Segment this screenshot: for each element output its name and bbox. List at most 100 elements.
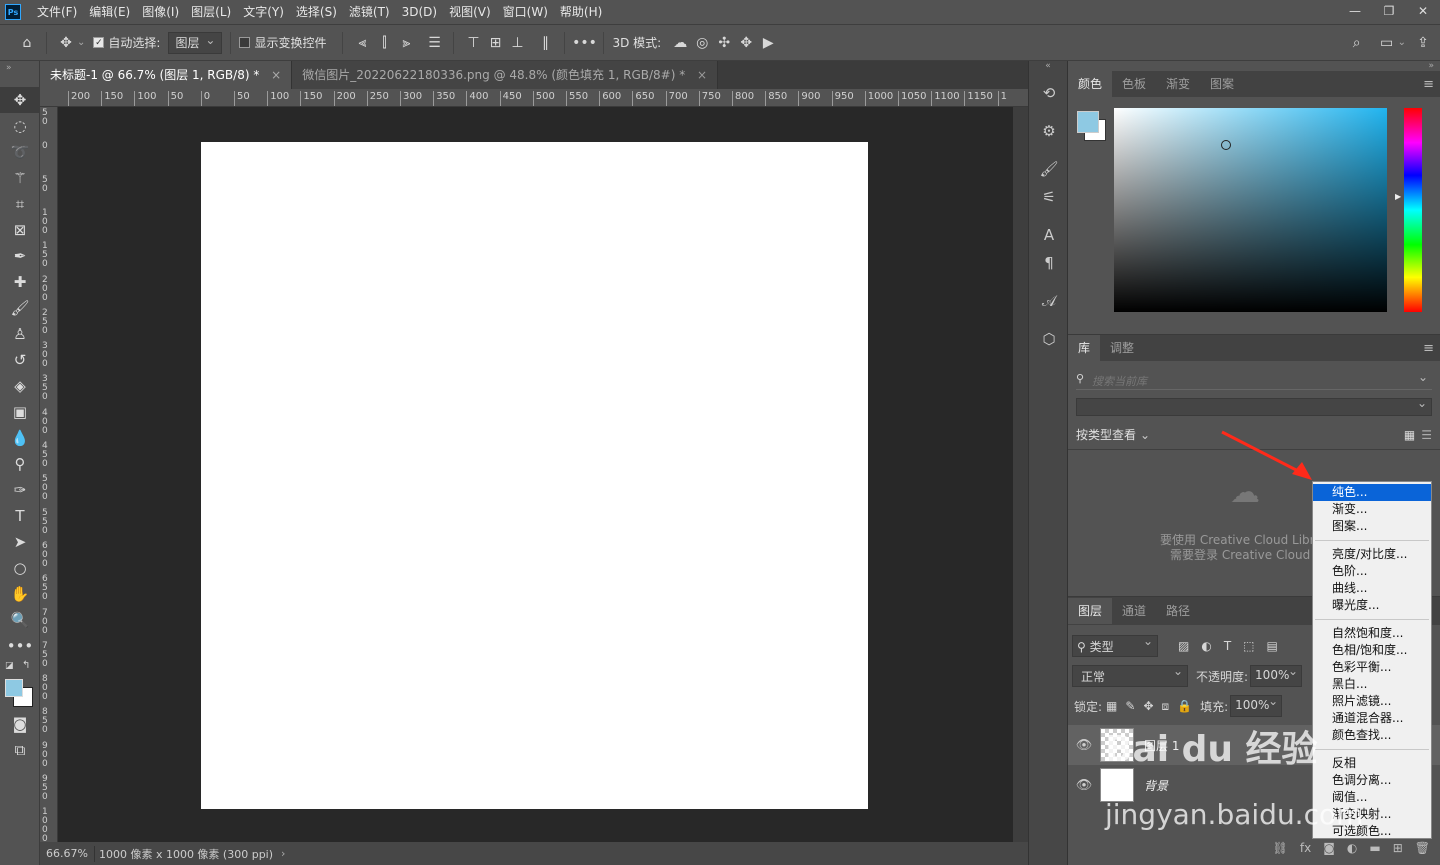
- tab-adjustments[interactable]: 调整: [1100, 335, 1144, 361]
- move-tool-icon[interactable]: ✥: [0, 87, 40, 113]
- healing-brush-tool-icon[interactable]: ✚: [0, 269, 40, 295]
- more-options-icon[interactable]: •••: [572, 32, 597, 54]
- menu-type[interactable]: 文字(Y): [237, 0, 290, 24]
- align-bottom-icon[interactable]: ⊥: [506, 32, 528, 54]
- gradient-tool-icon[interactable]: ▣: [0, 399, 40, 425]
- collapse-icon[interactable]: »: [0, 61, 39, 87]
- more-tools-icon[interactable]: •••: [0, 633, 40, 659]
- menu-edit[interactable]: 编辑(E): [83, 0, 136, 24]
- hue-slider[interactable]: [1404, 108, 1422, 312]
- filter-shape-icon[interactable]: ⬚: [1243, 639, 1254, 653]
- workspace-icon[interactable]: ▭: [1376, 32, 1398, 54]
- document-canvas[interactable]: [201, 142, 868, 809]
- menu-file[interactable]: 文件(F): [31, 0, 83, 24]
- menu-item-vibrance[interactable]: 自然饱和度...: [1313, 625, 1431, 642]
- menu-item-solid-color[interactable]: 纯色...: [1313, 484, 1431, 501]
- distribute-icon[interactable]: ☰: [423, 32, 445, 54]
- menu-select[interactable]: 选择(S): [290, 0, 343, 24]
- panel-menu-icon[interactable]: ≡: [1423, 341, 1434, 356]
- menu-layer[interactable]: 图层(L): [185, 0, 237, 24]
- view-by-dropdown[interactable]: 按类型查看: [1076, 426, 1136, 443]
- menu-item-color-balance[interactable]: 色彩平衡...: [1313, 659, 1431, 676]
- lasso-tool-icon[interactable]: ➰: [0, 139, 40, 165]
- stamp-tool-icon[interactable]: ♙: [0, 321, 40, 347]
- move-tool-icon[interactable]: ✥: [55, 32, 77, 54]
- brush-tool-icon[interactable]: 🖌: [0, 295, 40, 321]
- filter-adjustment-icon[interactable]: ◐: [1201, 639, 1211, 653]
- eyedropper-tool-icon[interactable]: ✒: [0, 243, 40, 269]
- swap-colors-icon[interactable]: ↰: [22, 660, 30, 671]
- menu-item-pattern[interactable]: 图案...: [1313, 518, 1431, 535]
- foreground-color-swatch[interactable]: [1077, 111, 1099, 133]
- menu-view[interactable]: 视图(V): [443, 0, 497, 24]
- tab-patterns[interactable]: 图案: [1200, 71, 1244, 97]
- lock-transparent-icon[interactable]: ▦: [1106, 699, 1117, 713]
- marquee-tool-icon[interactable]: ◌: [0, 113, 40, 139]
- tab-layers[interactable]: 图层: [1068, 598, 1113, 624]
- crop-tool-icon[interactable]: ⌗: [0, 191, 40, 217]
- vertical-scrollbar[interactable]: [1013, 107, 1028, 842]
- menu-help[interactable]: 帮助(H): [554, 0, 608, 24]
- screen-mode-icon[interactable]: ⧉: [0, 737, 40, 763]
- menu-item-brightness-contrast[interactable]: 亮度/对比度...: [1313, 546, 1431, 563]
- menu-item-channel-mixer[interactable]: 通道混合器...: [1313, 710, 1431, 727]
- layer-filter-dropdown[interactable]: ⚲ 类型 ⌄: [1072, 634, 1158, 657]
- lock-all-icon[interactable]: 🔒: [1177, 699, 1192, 713]
- menu-3d[interactable]: 3D(D): [396, 0, 443, 24]
- tab-channels[interactable]: 通道: [1112, 598, 1156, 624]
- filter-pixel-icon[interactable]: ▨: [1178, 639, 1189, 653]
- type-tool-icon[interactable]: T: [0, 503, 40, 529]
- align-vcenter-icon[interactable]: ⊞: [484, 32, 506, 54]
- tab-paths[interactable]: 路径: [1156, 598, 1200, 624]
- zoom-level[interactable]: 66.67%: [40, 847, 94, 860]
- close-icon[interactable]: ✕: [1406, 0, 1440, 22]
- align-top-icon[interactable]: ⊤: [462, 32, 484, 54]
- library-search[interactable]: ⚲ 搜索当前库 ⌄: [1076, 370, 1432, 390]
- search-icon[interactable]: ⌕: [1346, 32, 1368, 54]
- menu-item-curves[interactable]: 曲线...: [1313, 580, 1431, 597]
- brushes-panel-icon[interactable]: 🖌: [1029, 155, 1069, 183]
- auto-select-dropdown[interactable]: 图层: [168, 30, 223, 54]
- collapse-icon[interactable]: «: [1029, 61, 1067, 75]
- menu-item-gradient[interactable]: 渐变...: [1313, 501, 1431, 518]
- chevron-down-icon[interactable]: ⌄: [1418, 370, 1428, 384]
- panel-menu-icon[interactable]: ≡: [1423, 77, 1434, 92]
- layer-name[interactable]: 背景: [1144, 777, 1168, 794]
- align-hcenter-icon[interactable]: ⫿: [373, 32, 395, 54]
- dodge-tool-icon[interactable]: ⚲: [0, 451, 40, 477]
- history-panel-icon[interactable]: ⟲: [1029, 79, 1069, 107]
- auto-select-checkbox[interactable]: ✓: [93, 37, 105, 48]
- close-icon[interactable]: ×: [697, 68, 707, 82]
- tab-gradients[interactable]: 渐变: [1156, 71, 1200, 97]
- close-icon[interactable]: ×: [271, 68, 281, 82]
- align-right-icon[interactable]: ⫸: [395, 32, 417, 54]
- quick-mask-icon[interactable]: ◙: [0, 711, 40, 737]
- default-colors-icon[interactable]: ◪: [5, 661, 14, 671]
- eraser-tool-icon[interactable]: ◈: [0, 373, 40, 399]
- eye-icon[interactable]: 👁: [1068, 778, 1100, 793]
- doc-tab-1[interactable]: 未标题-1 @ 66.7% (图层 1, RGB/8) * ×: [40, 61, 293, 89]
- ellipse-tool-icon[interactable]: ○: [0, 555, 40, 581]
- hand-tool-icon[interactable]: ✋: [0, 581, 40, 607]
- menu-item-posterize[interactable]: 色调分离...: [1313, 772, 1431, 789]
- menu-item-black-white[interactable]: 黑白...: [1313, 676, 1431, 693]
- blur-tool-icon[interactable]: 💧: [0, 425, 40, 451]
- path-select-tool-icon[interactable]: ➤: [0, 529, 40, 555]
- collapse-icon[interactable]: »: [1068, 61, 1440, 71]
- minimize-icon[interactable]: —: [1338, 0, 1372, 22]
- chevron-down-icon[interactable]: ⌄: [1140, 428, 1150, 442]
- show-transform-checkbox[interactable]: [239, 37, 251, 48]
- character-panel-icon[interactable]: A: [1029, 221, 1069, 249]
- grid-view-icon[interactable]: ▦: [1404, 428, 1415, 442]
- adjustment-layer-icon[interactable]: ◐: [1347, 841, 1357, 855]
- 3d-panel-icon[interactable]: ⬡: [1029, 325, 1069, 353]
- menu-image[interactable]: 图像(I): [136, 0, 185, 24]
- orbit-3d-icon[interactable]: ☁: [669, 32, 691, 54]
- history-brush-tool-icon[interactable]: ↺: [0, 347, 40, 373]
- fx-icon[interactable]: fx: [1300, 841, 1311, 855]
- lock-artboard-icon[interactable]: ⧈: [1162, 699, 1170, 714]
- fill-input[interactable]: 100% ⌄: [1230, 694, 1283, 717]
- add-mask-icon[interactable]: ◙: [1323, 841, 1335, 855]
- blend-mode-dropdown[interactable]: 正常 ⌄: [1072, 664, 1188, 687]
- pen-tool-icon[interactable]: ✑: [0, 477, 40, 503]
